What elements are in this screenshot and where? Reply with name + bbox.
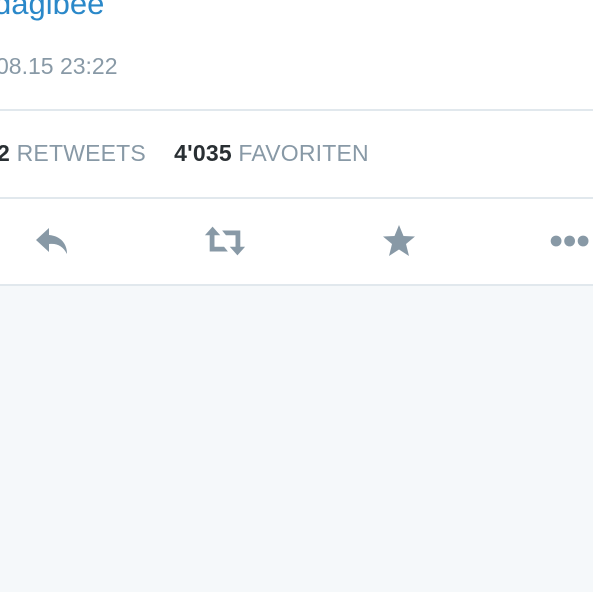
tweet-timestamp: 08.15 23:22 [0, 53, 118, 79]
tweet-username[interactable]: dagibee [0, 0, 104, 22]
more-button[interactable] [548, 219, 593, 263]
star-icon [383, 225, 415, 256]
tweet-action-bar [0, 199, 593, 284]
retweets-count[interactable]: 2 [0, 140, 10, 166]
favorites-count[interactable]: 4'035 [174, 140, 232, 166]
reply-button[interactable] [31, 219, 75, 263]
tweet-detail-screen: dagibee 08.15 23:22 2 RETWEETS 4'035 FAV… [0, 0, 593, 592]
retweet-button[interactable] [203, 219, 247, 263]
retweet-icon [204, 226, 246, 256]
divider [0, 109, 593, 111]
tweet-card: dagibee 08.15 23:22 2 RETWEETS 4'035 FAV… [0, 0, 593, 286]
retweets-label[interactable]: RETWEETS [17, 140, 146, 166]
favorite-button[interactable] [377, 219, 421, 263]
reply-icon [36, 228, 67, 254]
tweet-stats: 2 RETWEETS 4'035 FAVORITEN [0, 139, 369, 167]
favorites-label[interactable]: FAVORITEN [238, 140, 368, 166]
more-dots-icon [550, 235, 589, 247]
timeline-background [0, 286, 593, 592]
